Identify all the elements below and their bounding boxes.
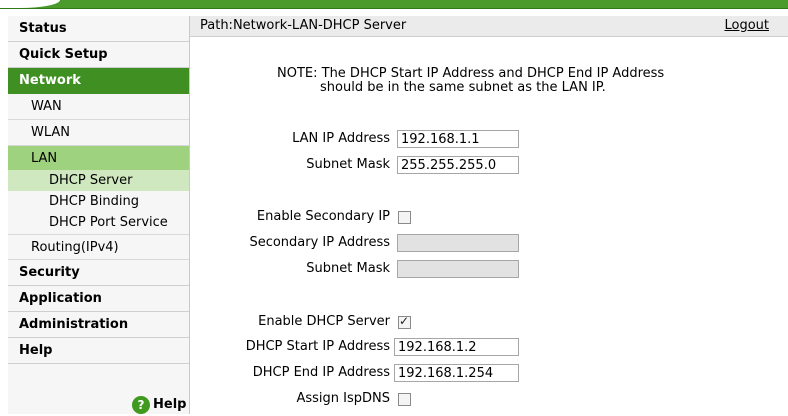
secondary-ip-input[interactable]	[397, 234, 519, 252]
nav-application[interactable]: Application	[8, 286, 189, 312]
dhcp-end-label: DHCP End IP Address	[252, 365, 390, 380]
path-bar: Path:Network-LAN-DHCP Server Logout	[190, 16, 788, 37]
enable-secondary-ip-checkbox[interactable]	[398, 211, 411, 224]
nav-quick-setup[interactable]: Quick Setup	[8, 42, 189, 68]
help-link[interactable]: ? Help	[132, 394, 186, 416]
secondary-subnet-label: Subnet Mask	[306, 261, 390, 276]
sidebar: Status Quick Setup Network WAN WLAN LAN …	[8, 16, 190, 414]
nav-routing[interactable]: Routing(IPv4)	[8, 234, 189, 260]
note-line-2: should be in the same subnet as the LAN …	[320, 80, 606, 95]
breadcrumb: Path:Network-LAN-DHCP Server	[200, 18, 407, 33]
logout-link[interactable]: Logout	[724, 16, 769, 36]
nav-wlan[interactable]: WLAN	[8, 120, 189, 146]
note-text: NOTE: The DHCP Start IP Address and DHCP…	[277, 67, 717, 95]
dhcp-start-input[interactable]	[394, 338, 519, 356]
nav-network[interactable]: Network	[8, 68, 189, 94]
dhcp-end-input[interactable]	[394, 364, 519, 382]
assign-ispdns-label: Assign IspDNS	[296, 391, 390, 406]
lan-ip-label: LAN IP Address	[292, 131, 390, 146]
secondary-subnet-input[interactable]	[397, 260, 519, 278]
nav-wan[interactable]: WAN	[8, 94, 189, 120]
nav-lan[interactable]: LAN	[8, 146, 189, 172]
help-link-label: Help	[153, 397, 187, 412]
nav-administration[interactable]: Administration	[8, 312, 189, 338]
enable-dhcp-label: Enable DHCP Server	[258, 314, 390, 329]
banner-curve	[0, 0, 60, 8]
top-banner	[0, 0, 788, 9]
enable-dhcp-checkbox[interactable]	[398, 314, 411, 329]
secondary-ip-label: Secondary IP Address	[249, 235, 390, 250]
nav-help[interactable]: Help	[8, 338, 189, 364]
nav-security[interactable]: Security	[8, 260, 189, 286]
assign-ispdns-checkbox[interactable]	[398, 393, 411, 406]
nav-dhcp-port-service[interactable]: DHCP Port Service	[8, 212, 189, 233]
nav-dhcp-binding[interactable]: DHCP Binding	[8, 191, 189, 212]
nav-status[interactable]: Status	[8, 16, 189, 42]
note-line-1: NOTE: The DHCP Start IP Address and DHCP…	[277, 66, 665, 81]
nav-dhcp-server[interactable]: DHCP Server	[8, 170, 189, 191]
subnet-mask-input[interactable]	[397, 156, 519, 174]
subnet-mask-label: Subnet Mask	[306, 157, 390, 172]
dhcp-start-label: DHCP Start IP Address	[245, 339, 390, 354]
help-icon: ?	[132, 395, 150, 414]
lan-ip-input[interactable]	[397, 130, 519, 148]
enable-secondary-ip-label: Enable Secondary IP	[256, 209, 390, 224]
